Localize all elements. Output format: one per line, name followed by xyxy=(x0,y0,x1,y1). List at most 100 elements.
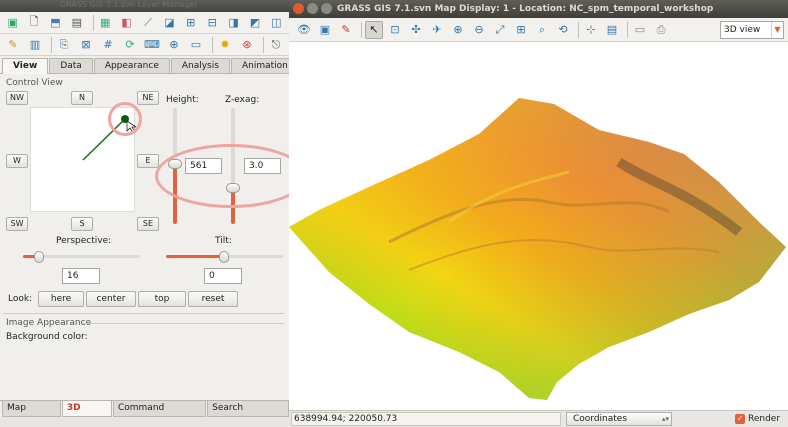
perspective-input[interactable]: 16 xyxy=(62,268,100,284)
workspace-new-icon[interactable]: 🗋 xyxy=(25,14,42,32)
layer-manager-bottom-tabs: Map layers 3D view Command console Searc… xyxy=(0,400,290,427)
modeler-icon[interactable]: ⟳ xyxy=(121,36,139,54)
georectify-icon[interactable]: ⊠ xyxy=(77,36,95,54)
map-canvas[interactable] xyxy=(289,42,788,410)
lm-toolbar-1: ▣ 🗋 ⬒ ▤ ▦ ◧ ⟋ ◪ ⊞ ⊟ ◨ ◩ ◫ xyxy=(0,12,289,34)
attribute-table-icon[interactable]: ◫ xyxy=(268,14,285,32)
direction-sw-button[interactable]: SW xyxy=(6,217,28,231)
settings-icon[interactable]: ✹ xyxy=(216,36,234,54)
image-appearance-label: Image Appearance xyxy=(6,318,92,328)
erase-icon[interactable]: ✎ xyxy=(337,21,355,39)
zoom-back-icon[interactable]: ⟲ xyxy=(554,21,572,39)
fly-icon[interactable]: ✈ xyxy=(428,21,446,39)
tab-3d-view[interactable]: 3D view xyxy=(61,401,112,427)
view-mode-select[interactable]: 3D view ▼ xyxy=(720,21,784,39)
help-icon[interactable]: ⊛ xyxy=(238,36,256,54)
close-window-icon[interactable] xyxy=(293,3,304,14)
tab-search-modules[interactable]: Search modules xyxy=(207,401,289,427)
zoom-in-icon[interactable]: ⊕ xyxy=(449,21,467,39)
animation-icon[interactable]: ▭ xyxy=(187,36,205,54)
coordinates-readout: 638994.94; 220050.73 xyxy=(291,412,561,426)
height-label: Height: xyxy=(166,95,199,105)
add-rgb-icon[interactable]: ◧ xyxy=(118,14,135,32)
chevron-down-icon: ▼ xyxy=(771,22,783,38)
notebook-tabs: View Data Appearance Analysis Animation xyxy=(0,58,299,74)
direction-e-button[interactable]: E xyxy=(137,154,159,168)
toolbar-separator xyxy=(361,21,362,38)
add-misc-icon[interactable]: ◪ xyxy=(161,14,178,32)
tilt-input[interactable]: 0 xyxy=(204,268,242,284)
display-map-icon[interactable]: 👁 xyxy=(295,21,313,39)
tilt-slider-knob[interactable] xyxy=(219,251,229,263)
add-group-icon[interactable]: ⊞ xyxy=(182,14,199,32)
look-reset-button[interactable]: reset xyxy=(188,291,238,307)
analyze-icon[interactable]: ⊹ xyxy=(582,21,600,39)
direction-w-button[interactable]: W xyxy=(6,154,28,168)
workspace-save-icon[interactable]: ▤ xyxy=(68,14,85,32)
delete-layer-icon[interactable]: ◨ xyxy=(225,14,242,32)
tab-view[interactable]: View xyxy=(2,58,49,74)
direction-ne-button[interactable]: NE xyxy=(137,91,159,105)
edit-layer-icon[interactable]: ◩ xyxy=(246,14,263,32)
direction-n-button[interactable]: N xyxy=(71,91,93,105)
maximize-window-icon[interactable] xyxy=(321,3,332,14)
zoom-menu-icon[interactable]: ⌕ xyxy=(533,21,551,39)
minimize-window-icon[interactable] xyxy=(307,3,318,14)
layer-manager-window: GRASS GIS 7.1.svn Layer Manager ▣ 🗋 ⬒ ▤ … xyxy=(0,0,307,427)
statusbar-mode-select[interactable]: Coordinates ▴▾ xyxy=(566,412,672,426)
view-mode-value: 3D view xyxy=(724,25,761,35)
map-display-window: GRASS GIS 7.1.svn Map Display: 1 - Locat… xyxy=(289,0,788,427)
tab-command-console[interactable]: Command console xyxy=(112,401,207,427)
statusbar-mode-value: Coordinates xyxy=(573,414,628,424)
zoom-out-icon[interactable]: ⊖ xyxy=(470,21,488,39)
pointer-icon[interactable]: ↖ xyxy=(365,20,383,39)
toolbar-separator xyxy=(263,36,264,53)
layer-manager-statusbar xyxy=(0,417,290,427)
save-image-icon[interactable]: ▭ xyxy=(631,21,649,39)
render-checkbox[interactable]: ✓ Render xyxy=(735,413,780,425)
toolbar-separator xyxy=(92,14,94,31)
quit-icon[interactable]: ⎋ xyxy=(267,36,285,54)
highlight-circle xyxy=(108,102,142,136)
print-icon[interactable]: ⎙ xyxy=(652,21,670,39)
add-overlay-icon[interactable]: ⊟ xyxy=(203,14,220,32)
query-icon[interactable]: ⊡ xyxy=(386,21,404,39)
add-raster-icon[interactable]: ▦ xyxy=(97,14,114,32)
tab-analysis[interactable]: Analysis xyxy=(170,58,230,73)
script-icon[interactable]: ⊕ xyxy=(165,36,183,54)
rotate-icon[interactable]: ✣ xyxy=(407,21,425,39)
look-center-button[interactable]: center xyxy=(86,291,136,307)
look-label: Look: xyxy=(8,294,33,304)
add-vector-icon[interactable]: ⟋ xyxy=(139,14,156,32)
direction-se-button[interactable]: SE xyxy=(137,217,159,231)
toolbar-separator xyxy=(51,36,52,53)
zoom-extent-icon[interactable]: ⤢ xyxy=(491,21,509,39)
zoom-region-icon[interactable]: ⊞ xyxy=(512,21,530,39)
highlight-oval xyxy=(155,144,307,208)
look-here-button[interactable]: here xyxy=(38,291,84,307)
look-top-button[interactable]: top xyxy=(138,291,186,307)
terrain-3d-render xyxy=(289,98,786,400)
tab-appearance[interactable]: Appearance xyxy=(93,58,170,73)
table-icon[interactable]: ▥ xyxy=(26,36,44,54)
map-display-titlebar: GRASS GIS 7.1.svn Map Display: 1 - Locat… xyxy=(289,0,788,32)
toolbar-separator xyxy=(212,36,213,53)
grid-icon[interactable]: # xyxy=(99,36,117,54)
python-icon[interactable]: ⌨ xyxy=(143,36,161,54)
workspace-open-icon[interactable]: ⬒ xyxy=(47,14,64,32)
overlay-icon[interactable]: ▤ xyxy=(603,21,621,39)
tab-data[interactable]: Data xyxy=(49,58,93,73)
direction-nw-button[interactable]: NW xyxy=(6,91,28,105)
direction-s-button[interactable]: S xyxy=(71,217,93,231)
lm-toolbar-2: ✎ ▥ ⎘ ⊠ # ⟳ ⌨ ⊕ ▭ ✹ ⊛ ⎋ xyxy=(0,34,289,56)
toolbar-separator xyxy=(578,21,579,38)
render-map-icon[interactable]: ▣ xyxy=(316,21,334,39)
new-display-icon[interactable]: ▣ xyxy=(4,14,21,32)
tab-map-layers[interactable]: Map layers xyxy=(2,401,61,427)
perspective-slider-knob[interactable] xyxy=(34,251,44,263)
pencil-icon[interactable]: ✎ xyxy=(4,36,22,54)
perspective-label: Perspective: xyxy=(56,236,112,246)
layer-manager-title: GRASS GIS 7.1.svn Layer Manager xyxy=(0,0,289,12)
import-icon[interactable]: ⎘ xyxy=(55,36,73,54)
toolbar-separator xyxy=(627,21,628,38)
